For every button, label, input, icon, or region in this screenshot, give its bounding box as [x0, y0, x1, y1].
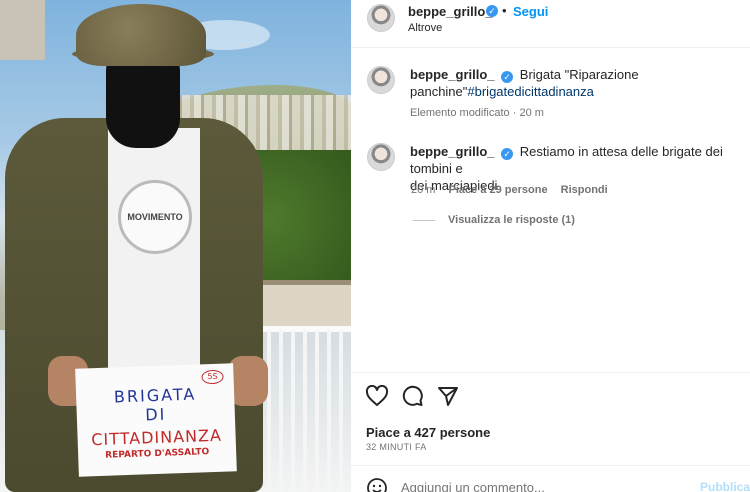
- cardboard-sign: 5S BRIGATA DI CITTADINANZA REPARTO D'ASS…: [75, 363, 237, 477]
- post-header: beppe_grillo_ ✓ • Segui Altrove: [351, 0, 750, 48]
- comment-input-row: Pubblica: [351, 472, 750, 492]
- comment-meta: 20 m Piace a 29 persone Rispondi: [411, 184, 608, 196]
- caption-username[interactable]: beppe_grillo_: [410, 67, 495, 82]
- edited-label: Elemento modificato: [410, 107, 510, 119]
- input-divider: [351, 465, 750, 466]
- post-timestamp: 32 MINUTI FA: [366, 442, 427, 452]
- comment-likes[interactable]: Piace a 29 persone: [449, 184, 548, 196]
- comment-input[interactable]: [401, 480, 691, 492]
- comment-verified-icon: ✓: [501, 148, 514, 160]
- shirt-logo-text: MOVIMENTO: [127, 212, 183, 222]
- verified-badge-icon: ✓: [486, 5, 498, 17]
- avatar[interactable]: [367, 4, 395, 32]
- view-replies-button[interactable]: Visualizza le risposte (1): [448, 214, 575, 226]
- hashtag-link[interactable]: #brigatedicittadinanza: [467, 84, 593, 99]
- comment-icon[interactable]: [401, 385, 423, 407]
- caption-body-1: Brigata "Riparazione: [519, 67, 639, 82]
- caption-meta: Elemento modificato · 20 m: [410, 107, 544, 119]
- caption-time: 20 m: [519, 107, 544, 119]
- comment-time: 20 m: [411, 184, 436, 196]
- separator-dot: •: [502, 3, 507, 18]
- follow-button[interactable]: Segui: [513, 4, 548, 19]
- replies-line: [413, 220, 435, 221]
- caption-verified-icon: ✓: [501, 71, 514, 83]
- camo-hat: [76, 4, 206, 66]
- likes-count[interactable]: Piace a 427 persone: [366, 425, 490, 440]
- publish-button[interactable]: Pubblica: [700, 480, 750, 492]
- sign-badge: 5S: [201, 369, 224, 385]
- sign-line-2: DI: [144, 404, 167, 425]
- actions-divider: [351, 372, 750, 373]
- shirt-logo: MOVIMENTO: [118, 180, 192, 254]
- location-link[interactable]: Altrove: [408, 22, 442, 34]
- comment-username[interactable]: beppe_grillo_: [410, 144, 495, 159]
- caption-avatar[interactable]: [367, 66, 395, 94]
- emoji-icon[interactable]: [366, 477, 388, 492]
- caption-text: beppe_grillo_ ✓ Brigata "Riparazione pan…: [410, 66, 730, 100]
- building-left: [0, 0, 45, 60]
- share-icon[interactable]: [437, 385, 459, 407]
- post-panel: beppe_grillo_ ✓ • Segui Altrove beppe_gr…: [351, 0, 750, 492]
- post-image[interactable]: MOVIMENTO 5S BRIGATA DI CITTADINANZA REP…: [0, 0, 351, 492]
- caption-body-2: panchine": [410, 84, 468, 99]
- heart-icon[interactable]: [365, 385, 389, 407]
- reply-button[interactable]: Rispondi: [561, 184, 608, 196]
- comment-avatar[interactable]: [367, 143, 395, 171]
- header-username[interactable]: beppe_grillo_: [408, 4, 493, 19]
